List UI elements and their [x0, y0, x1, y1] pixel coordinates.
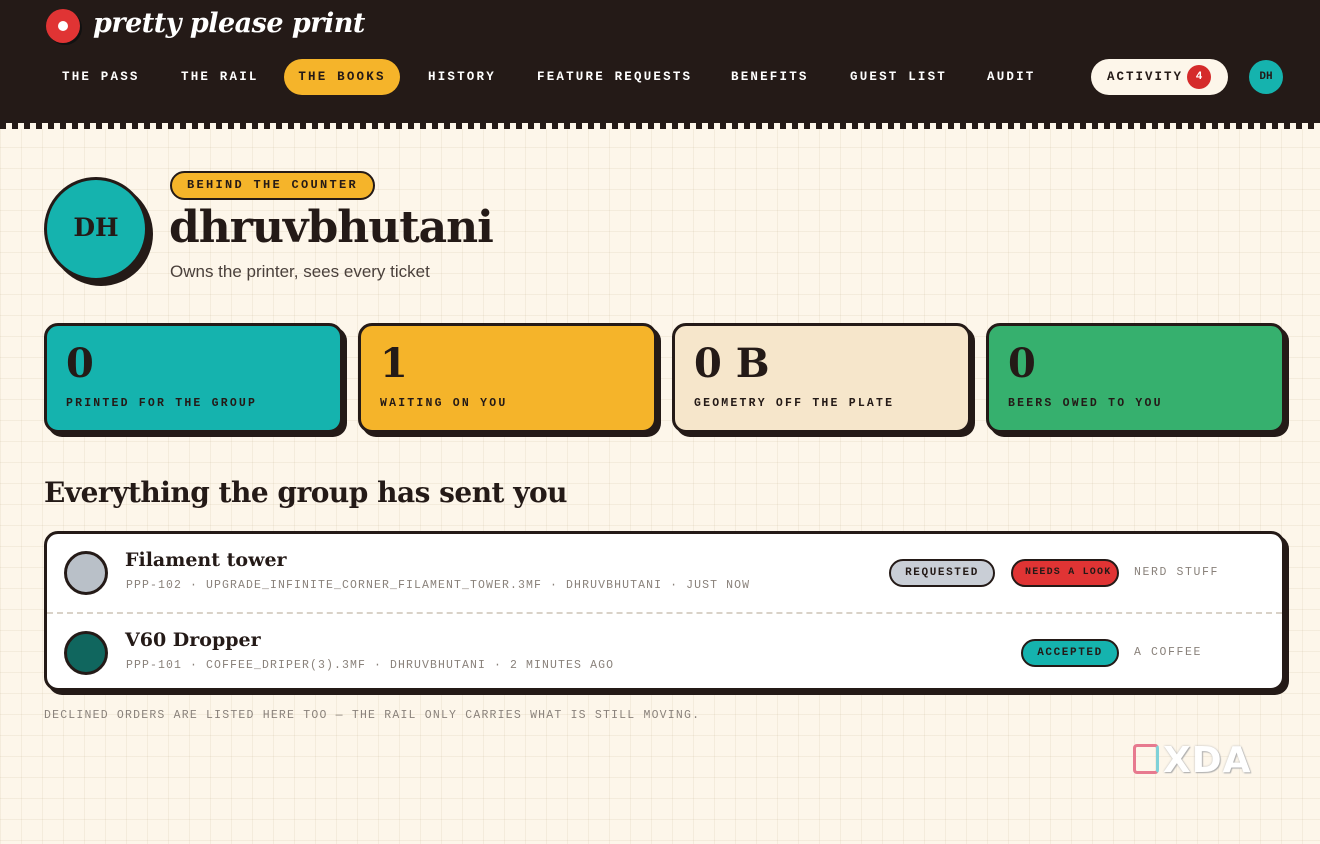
status-badge-accepted: ACCEPTED	[1021, 639, 1119, 667]
status-badge-requested: REQUESTED	[889, 559, 995, 587]
order-color-dot	[64, 631, 108, 675]
nav-guest-list[interactable]: GUEST LIST	[834, 59, 963, 95]
orders-list: Filament tower PPP-102 · UPGRADE_INFINIT…	[44, 531, 1285, 691]
stat-label: PRINTED FOR THE GROUP	[66, 397, 258, 410]
order-row[interactable]: V60 Dropper PPP-101 · COFFEE_DRIPER(3).3…	[47, 612, 1282, 689]
logo-icon[interactable]	[46, 9, 80, 43]
user-avatar-button[interactable]: DH	[1249, 60, 1283, 94]
profile-avatar: DH	[44, 177, 148, 281]
stat-card-printed: 0 PRINTED FOR THE GROUP	[44, 323, 343, 433]
watermark-text: XDA	[1163, 740, 1252, 781]
stat-label: GEOMETRY OFF THE PLATE	[694, 397, 895, 410]
top-bar: pretty please print THE PASS THE RAIL TH…	[0, 0, 1320, 117]
section-title: Everything the group has sent you	[44, 476, 568, 509]
role-badge: BEHIND THE COUNTER	[170, 171, 376, 200]
nav-the-rail[interactable]: THE RAIL	[165, 59, 275, 95]
order-meta: PPP-101 · COFFEE_DRIPER(3).3MF · DHRUVBH…	[126, 659, 615, 672]
activity-button[interactable]: ACTIVITY 4	[1091, 59, 1228, 95]
order-title[interactable]: Filament tower	[125, 549, 287, 571]
profile-username: dhruvbhutani	[169, 202, 494, 253]
stat-value: 0	[66, 340, 94, 387]
activity-count-badge: 4	[1187, 65, 1211, 89]
order-meta: PPP-102 · UPGRADE_INFINITE_CORNER_FILAME…	[126, 579, 751, 592]
order-title[interactable]: V60 Dropper	[125, 629, 261, 651]
stat-card-geometry: 0 B GEOMETRY OFF THE PLATE	[672, 323, 971, 433]
stat-label: WAITING ON YOU	[380, 397, 508, 410]
order-color-dot	[64, 551, 108, 595]
stat-value: 0	[1008, 340, 1036, 387]
nav-the-books[interactable]: THE BOOKS	[284, 59, 400, 95]
profile-subtitle: Owns the printer, sees every ticket	[170, 262, 430, 281]
stat-card-beers: 0 BEERS OWED TO YOU	[986, 323, 1285, 433]
order-row[interactable]: Filament tower PPP-102 · UPGRADE_INFINIT…	[47, 534, 1282, 611]
nav-feature-requests[interactable]: FEATURE REQUESTS	[521, 59, 708, 95]
nav-the-pass[interactable]: THE PASS	[46, 59, 156, 95]
status-badge-needs-look: NEEDS A LOOK	[1011, 559, 1119, 587]
stat-value: 1	[380, 340, 408, 387]
stat-label: BEERS OWED TO YOU	[1008, 397, 1163, 410]
nav-audit[interactable]: AUDIT	[971, 59, 1052, 95]
stat-value: 0 B	[694, 340, 770, 387]
brand-name[interactable]: pretty please print	[93, 8, 365, 39]
stat-card-waiting: 1 WAITING ON YOU	[358, 323, 657, 433]
nav-benefits[interactable]: BENEFITS	[715, 59, 825, 95]
header-checker-border	[0, 117, 1320, 129]
order-tag: A COFFEE	[1134, 646, 1203, 659]
activity-label: ACTIVITY	[1107, 70, 1184, 84]
watermark: XDA	[1133, 740, 1259, 781]
footnote: DECLINED ORDERS ARE LISTED HERE TOO — TH…	[44, 709, 701, 722]
order-tag: NERD STUFF	[1134, 566, 1220, 579]
nav-history[interactable]: HISTORY	[412, 59, 512, 95]
xda-logo-icon	[1133, 744, 1159, 774]
